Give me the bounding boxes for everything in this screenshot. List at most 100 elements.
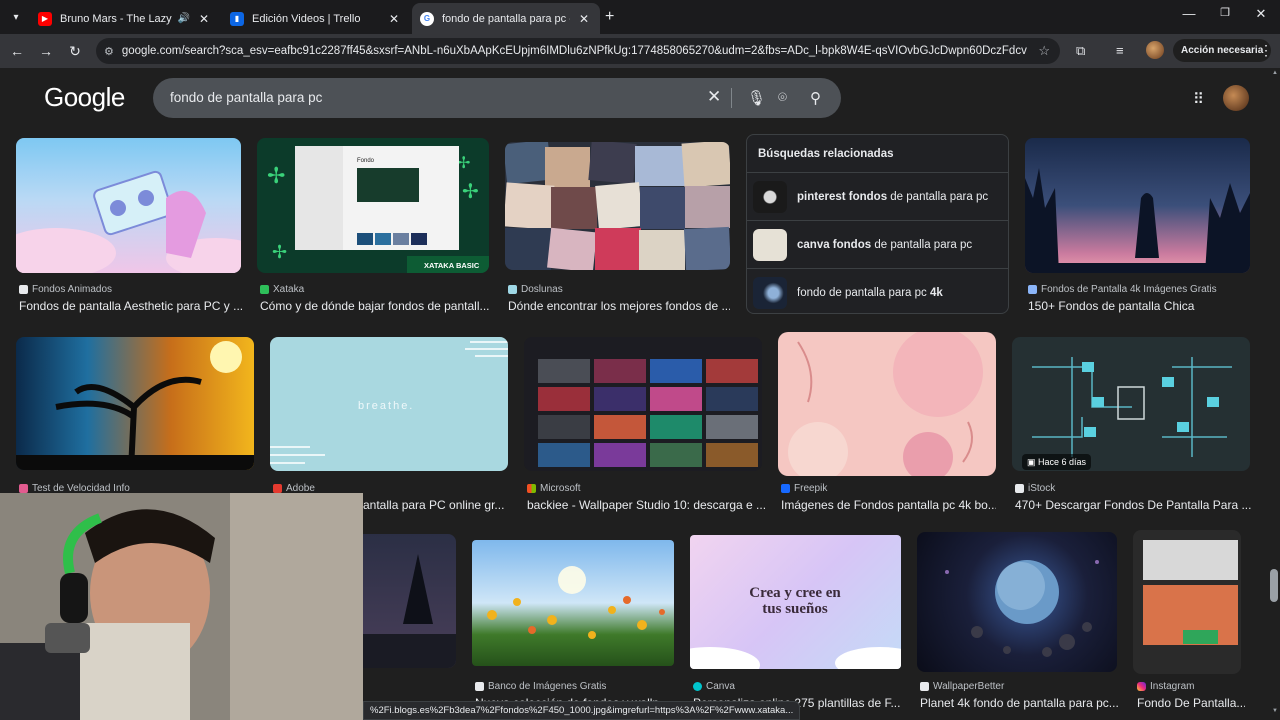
result-caption[interactable]: Fondo De Pantalla... xyxy=(1137,696,1245,710)
result-thumbnail[interactable] xyxy=(505,142,730,270)
result-source[interactable]: Fondos Animados xyxy=(19,284,112,295)
page-scrollbar[interactable] xyxy=(1270,68,1280,720)
media-controls-icon[interactable]: ≡ xyxy=(1116,43,1124,58)
action-required-button[interactable]: Acción necesaria xyxy=(1173,39,1272,62)
scroll-up-arrow-icon[interactable]: ▲ xyxy=(1272,70,1278,76)
google-header: Google fondo de pantalla para pc ✕ 🎙 ⌾ ⚲… xyxy=(0,68,1280,128)
source-label: Xataka xyxy=(273,284,305,295)
result-source[interactable]: iStock xyxy=(1015,483,1055,494)
trello-icon: ▮ xyxy=(230,11,244,26)
result-thumbnail[interactable] xyxy=(1025,138,1250,273)
result-caption[interactable]: backiee - Wallpaper Studio 10: descarga … xyxy=(527,498,765,512)
source-label: Freepik xyxy=(794,483,828,494)
result-caption[interactable]: Dónde encontrar los mejores fondos de ..… xyxy=(508,299,730,313)
browser-toolbar: ← → ↻ ⚙ google.com/search?sca_esv=eafbc9… xyxy=(0,34,1280,68)
site-favicon-icon xyxy=(19,285,28,294)
site-favicon-icon xyxy=(475,682,484,691)
result-thumbnail[interactable] xyxy=(16,337,254,470)
tab-search-button[interactable]: ▾ xyxy=(6,7,26,27)
source-label: Fondos Animados xyxy=(32,284,113,295)
minimize-button[interactable]: — xyxy=(1179,6,1199,21)
related-search-item[interactable]: pinterest fondos de pantalla para pc xyxy=(747,172,1008,220)
speaker-icon[interactable]: 🔊 xyxy=(178,13,190,24)
result-thumbnail[interactable]: Crea y cree en tus sueños xyxy=(690,535,901,669)
svg-text:✢: ✢ xyxy=(272,242,287,262)
result-caption[interactable]: Imágenes de Fondos pantalla pc 4k bo... xyxy=(781,498,996,512)
window-close-button[interactable]: ✕ xyxy=(1251,6,1271,22)
lens-camera-icon[interactable]: ⌾ xyxy=(778,89,787,106)
google-logo[interactable]: Google xyxy=(44,82,125,113)
result-source[interactable]: Instagram xyxy=(1137,681,1194,692)
result-source[interactable]: Doslunas xyxy=(508,284,563,295)
related-label: canva fondos de pantalla para pc xyxy=(797,239,972,251)
forward-button[interactable]: → xyxy=(37,42,55,60)
search-icon[interactable]: ⚲ xyxy=(810,89,821,107)
result-thumbnail[interactable] xyxy=(363,534,456,668)
search-box[interactable]: fondo de pantalla para pc ✕ 🎙 ⌾ ⚲ xyxy=(153,78,841,118)
site-favicon-icon xyxy=(508,285,517,294)
result-thumbnail[interactable] xyxy=(524,337,762,471)
related-thumbnail xyxy=(753,276,787,309)
result-source[interactable]: Freepik xyxy=(781,483,827,494)
search-query[interactable]: fondo de pantalla para pc xyxy=(170,90,322,105)
site-favicon-icon xyxy=(273,484,282,493)
close-tab-icon[interactable]: ✕ xyxy=(196,11,212,27)
tab-google-search[interactable]: G fondo de pantalla para pc - Bus ✕ xyxy=(412,3,600,34)
extensions-icon[interactable]: ⧉ xyxy=(1076,43,1085,59)
clear-icon[interactable]: ✕ xyxy=(707,87,721,107)
tab-title: Edición Videos | Trello xyxy=(252,12,361,25)
result-thumbnail[interactable] xyxy=(1133,530,1241,674)
browser-menu-icon[interactable]: ⋮ xyxy=(1259,42,1273,59)
tab-trello[interactable]: ▮ Edición Videos | Trello ✕ xyxy=(222,3,410,34)
svg-text:✢: ✢ xyxy=(457,155,470,172)
xataka-badge: XATAKA BASIC xyxy=(424,261,480,270)
result-caption[interactable]: Fondos de pantalla Aesthetic para PC y .… xyxy=(19,299,244,313)
related-search-item[interactable]: fondo de pantalla para pc 4k xyxy=(747,268,1008,316)
girl-silhouette-illustration xyxy=(1025,168,1250,273)
scroll-down-arrow-icon[interactable]: ▼ xyxy=(1272,708,1278,714)
reload-button[interactable]: ↻ xyxy=(66,42,84,60)
circuit-flowchart-wallpaper xyxy=(1032,357,1232,457)
site-info-icon[interactable]: ⚙ xyxy=(104,45,114,58)
site-favicon-icon xyxy=(19,484,28,493)
result-caption[interactable]: Cómo y de dónde bajar fondos de pantall.… xyxy=(260,299,490,313)
instagram-photo xyxy=(1143,540,1238,645)
close-tab-icon[interactable]: ✕ xyxy=(386,11,402,27)
related-thumbnail xyxy=(753,180,787,213)
related-rest: de pantalla para pc xyxy=(887,190,989,203)
result-caption[interactable]: antalla para PC online gr... xyxy=(363,498,508,512)
address-bar[interactable]: ⚙ google.com/search?sca_esv=eafbc91c2287… xyxy=(96,38,1060,64)
result-source[interactable]: Canva xyxy=(693,681,735,692)
back-button[interactable]: ← xyxy=(8,42,26,60)
result-thumbnail[interactable] xyxy=(16,138,241,273)
result-source[interactable]: WallpaperBetter xyxy=(920,681,1004,692)
related-bold: 4k xyxy=(930,286,943,299)
result-thumbnail[interactable] xyxy=(917,532,1117,672)
result-source[interactable]: Fondos de Pantalla 4k Imágenes Gratis xyxy=(1028,284,1217,295)
url-text[interactable]: google.com/search?sca_esv=eafbc91c2287ff… xyxy=(122,45,1027,57)
result-caption[interactable]: 470+ Descargar Fondos De Pantalla Para .… xyxy=(1015,498,1253,512)
status-link-preview: %2Fi.blogs.es%2Fb3dea7%2Ffondos%2F450_10… xyxy=(363,701,801,720)
account-avatar[interactable] xyxy=(1223,85,1249,111)
result-caption[interactable]: 150+ Fondos de pantalla Chica xyxy=(1028,299,1253,313)
scrollbar-thumb[interactable] xyxy=(1270,569,1278,602)
source-label: Canva xyxy=(706,681,735,692)
maximize-button[interactable]: ❐ xyxy=(1215,6,1235,19)
result-thumbnail[interactable] xyxy=(472,540,674,666)
tab-youtube[interactable]: ▶ Bruno Mars - The Lazy Song 🔊 ✕ xyxy=(30,3,220,34)
close-tab-icon[interactable]: ✕ xyxy=(576,11,592,27)
apps-grid-icon[interactable]: ⠿ xyxy=(1193,90,1204,108)
result-source[interactable]: Microsoft xyxy=(527,483,581,494)
related-search-item[interactable]: canva fondos de pantalla para pc xyxy=(747,220,1008,268)
profile-avatar[interactable] xyxy=(1146,41,1164,59)
microphone-icon[interactable]: 🎙 xyxy=(747,89,766,107)
bookmark-star-icon[interactable]: ☆ xyxy=(1038,43,1050,59)
result-thumbnail[interactable]: breathe. xyxy=(270,337,508,471)
result-caption[interactable]: Planet 4k fondo de pantalla para pc... xyxy=(920,696,1120,710)
result-source[interactable]: Xataka xyxy=(260,284,304,295)
result-thumbnail[interactable] xyxy=(1012,337,1250,471)
result-thumbnail[interactable]: ✢ ✢ ✢ ✢ Fondo XATAKA BASIC xyxy=(257,138,489,273)
result-source[interactable]: Banco de Imágenes Gratis xyxy=(475,681,606,692)
new-tab-button[interactable]: + xyxy=(605,8,614,26)
result-thumbnail[interactable] xyxy=(778,332,996,476)
